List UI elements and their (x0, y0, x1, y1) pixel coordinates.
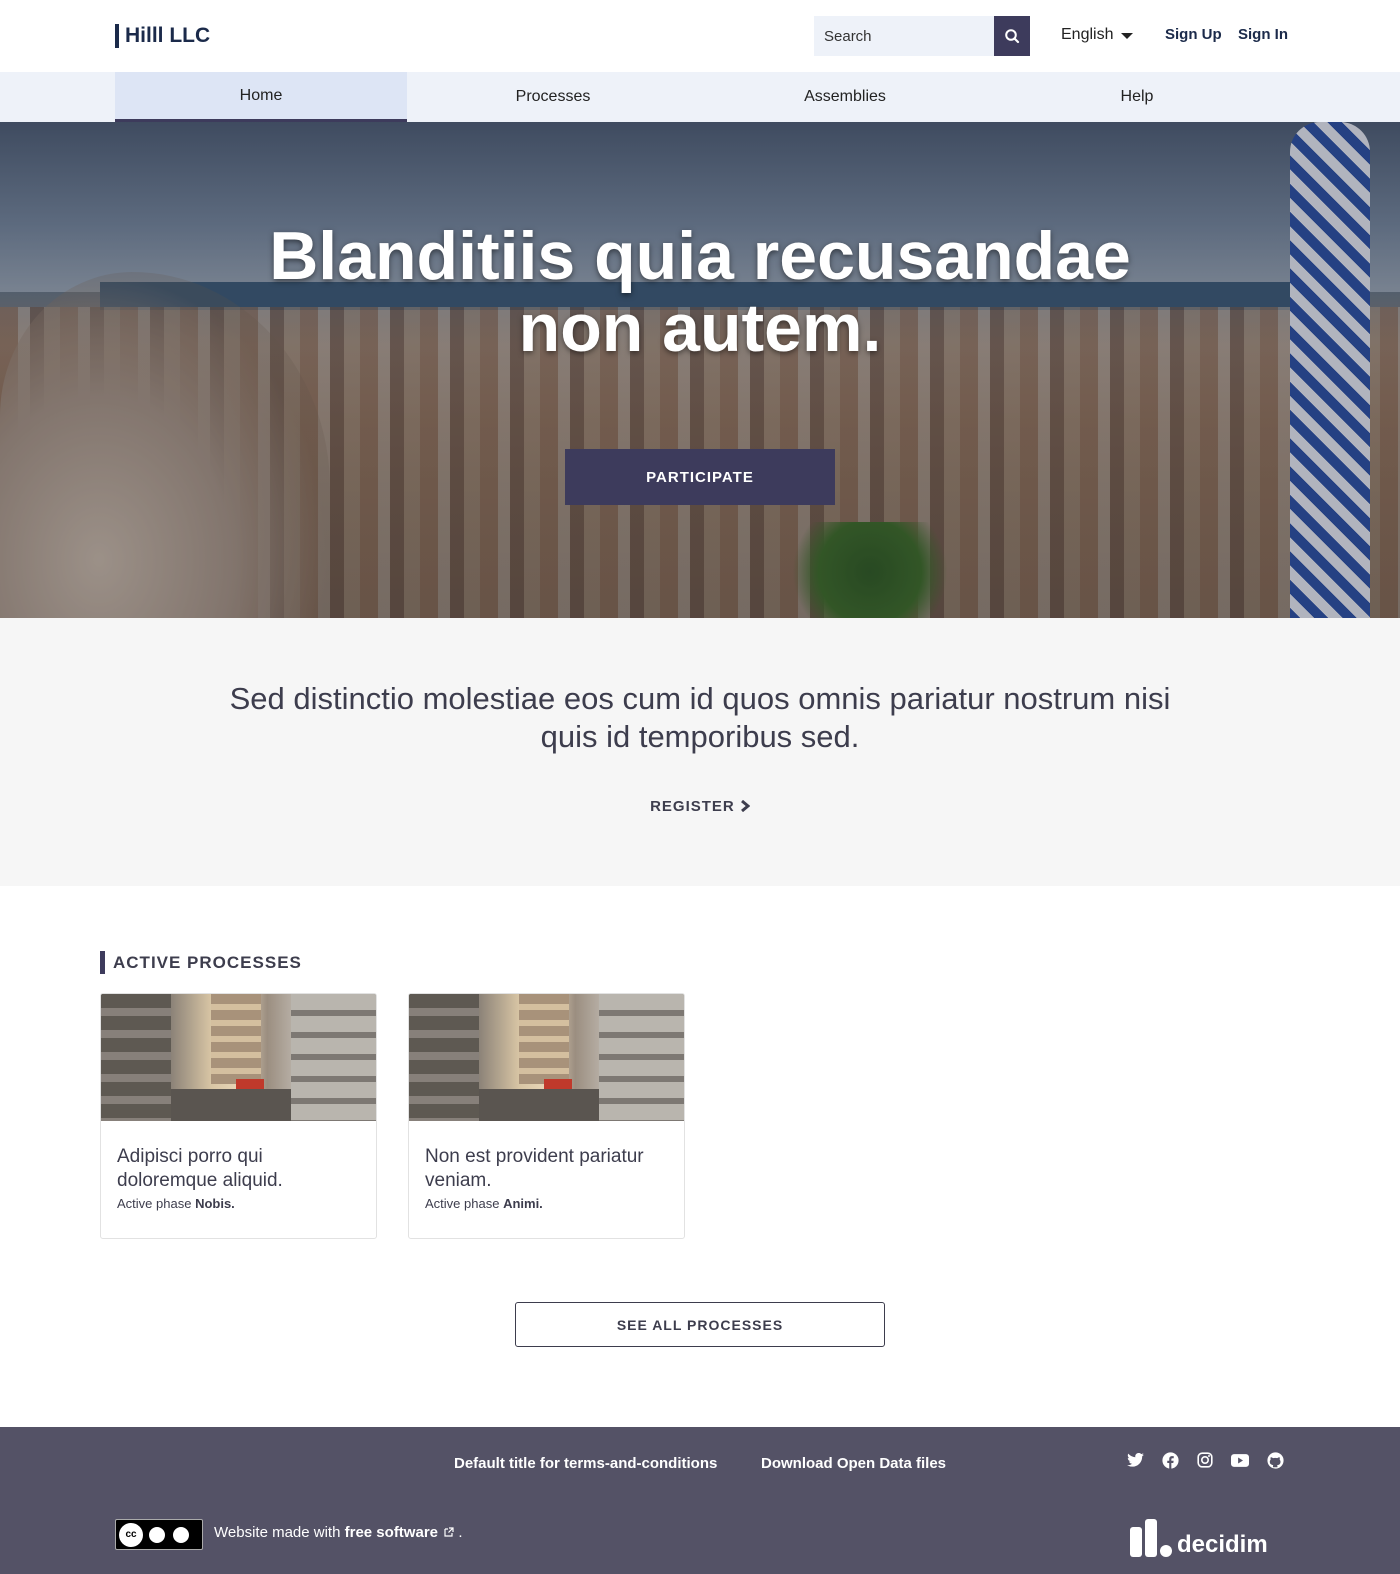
terms-link[interactable]: Default title for terms-and-conditions (454, 1455, 717, 1472)
social-links (1126, 1451, 1284, 1469)
process-card-image (409, 994, 684, 1121)
process-card-phase: Active phase Animi. (425, 1196, 668, 1211)
made-with-prefix: Website made with (214, 1524, 341, 1541)
phase-value: Animi. (503, 1196, 543, 1211)
process-card-image (101, 994, 376, 1121)
facebook-icon[interactable] (1161, 1451, 1179, 1469)
active-processes-title: ACTIVE PROCESSES (100, 951, 302, 974)
process-card-title[interactable]: Adipisci porro qui doloremque aliquid. (117, 1145, 360, 1193)
decidim-wordmark: decidim (1177, 1531, 1268, 1558)
twitter-icon[interactable] (1126, 1451, 1144, 1469)
register-label: REGISTER (650, 798, 735, 815)
hero-title: Blanditiis quia recusandae non autem. (269, 218, 1131, 366)
process-card[interactable]: Adipisci porro qui doloremque aliquid. A… (100, 993, 377, 1239)
footer: Default title for terms-and-conditions D… (0, 1427, 1400, 1574)
hero-overlay (0, 122, 1400, 618)
chevron-right-icon (740, 799, 751, 813)
phase-label: Active phase (425, 1196, 500, 1211)
phase-label: Active phase (117, 1196, 192, 1211)
process-card[interactable]: Non est provident pariatur veniam. Activ… (408, 993, 685, 1239)
main-nav: Home Processes Assemblies Help (0, 72, 1400, 122)
register-link[interactable]: REGISTER (0, 798, 1400, 815)
see-all-processes-button[interactable]: SEE ALL PROCESSES (515, 1302, 885, 1347)
phase-value: Nobis. (195, 1196, 235, 1211)
free-software-link[interactable]: free software (345, 1524, 438, 1541)
external-link-icon (444, 1527, 454, 1537)
search-icon (1005, 29, 1020, 44)
nav-item-home[interactable]: Home (115, 72, 407, 122)
sign-in-link[interactable]: Sign In (1238, 26, 1288, 43)
intro-text: Sed distinctio molestiae eos cum id quos… (229, 681, 1171, 754)
intro-section: Sed distinctio molestiae eos cum id quos… (0, 618, 1400, 886)
nav-item-processes[interactable]: Processes (407, 72, 699, 122)
process-card-title[interactable]: Non est provident pariatur veniam. (425, 1145, 668, 1193)
cc-by-sa-icon[interactable]: cc (115, 1519, 203, 1550)
process-card-phase: Active phase Nobis. (117, 1196, 360, 1211)
sign-up-link[interactable]: Sign Up (1165, 26, 1222, 43)
nav-item-assemblies[interactable]: Assemblies (699, 72, 991, 122)
top-header: Hilll LLC English Sign Up Sign In (0, 0, 1400, 72)
made-with-text: Website made with free software . (214, 1524, 463, 1541)
caret-down-icon (1121, 33, 1134, 39)
made-with-suffix: . (458, 1524, 463, 1541)
search-input[interactable] (814, 16, 994, 56)
hero-banner: Blanditiis quia recusandae non autem. PA… (0, 122, 1400, 618)
github-icon[interactable] (1266, 1451, 1284, 1469)
search-form (814, 16, 1030, 56)
participate-button[interactable]: PARTICIPATE (565, 449, 835, 505)
language-selector[interactable]: English (1061, 26, 1134, 44)
search-button[interactable] (994, 16, 1030, 56)
site-logo[interactable]: Hilll LLC (115, 24, 210, 48)
language-label: English (1061, 26, 1114, 43)
open-data-link[interactable]: Download Open Data files (761, 1455, 946, 1472)
decidim-logo[interactable]: decidim (1130, 1519, 1268, 1557)
nav-item-help[interactable]: Help (991, 72, 1283, 122)
youtube-icon[interactable] (1231, 1451, 1249, 1469)
instagram-icon[interactable] (1196, 1451, 1214, 1469)
